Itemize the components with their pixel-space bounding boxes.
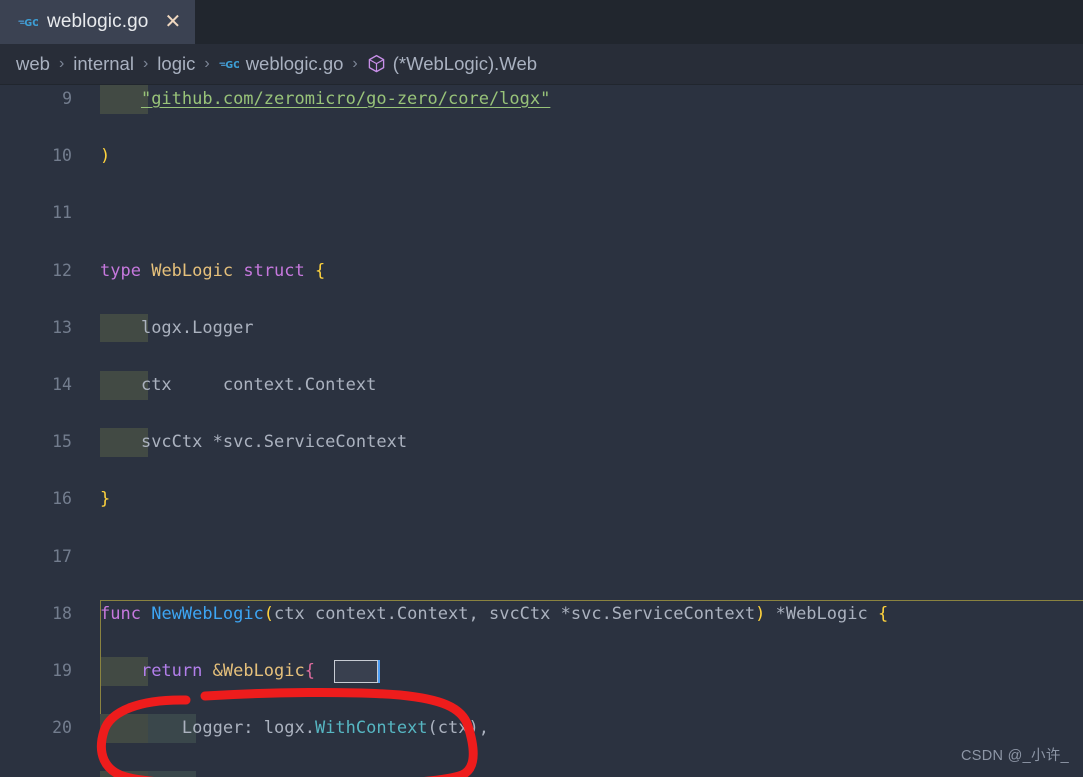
close-icon[interactable]: ✕ — [164, 12, 181, 32]
code-text: ctx: ctx, — [100, 771, 305, 777]
code-line[interactable]: 13 logx.Logger — [0, 313, 1083, 343]
line-number: 14 — [52, 374, 72, 394]
code-token: *WebLogic — [775, 603, 868, 624]
breadcrumb-item-internal[interactable]: internal — [73, 53, 134, 75]
code-token: return — [140, 660, 203, 681]
code-token: ctx context.Context — [140, 374, 377, 395]
code-text: Logger: logx.WithContext(ctx), — [100, 714, 489, 743]
code-token: WithContext — [314, 718, 428, 739]
code-line[interactable]: 19 return &WebLogic{ — [0, 656, 1083, 686]
breadcrumb-item-logic[interactable]: logic — [157, 53, 195, 75]
code-editor[interactable]: 9 "github.com/zeromicro/go-zero/core/log… — [0, 85, 1083, 777]
code-line[interactable]: 12 type WebLogic struct { — [0, 257, 1083, 286]
code-token: ( — [263, 603, 275, 624]
code-line[interactable]: 18 func NewWebLogic(ctx context.Context, … — [0, 600, 1083, 629]
line-number: 10 — [52, 146, 72, 166]
code-token: struct — [243, 260, 305, 281]
code-line[interactable]: 21 ctx: ctx, — [0, 771, 1083, 777]
line-number: 12 — [52, 260, 72, 280]
code-token: Logger: logx. — [181, 718, 315, 739]
code-token: &WebLogic — [212, 660, 305, 681]
line-number: 20 — [52, 718, 72, 738]
code-text: ctx context.Context — [100, 371, 376, 400]
code-text: } — [100, 485, 110, 514]
symbol-struct-icon — [367, 54, 386, 74]
line-number: 16 — [52, 489, 72, 509]
go-file-icon: GO — [18, 14, 38, 30]
go-file-icon: GO — [218, 57, 239, 71]
code-line[interactable]: 17 — [0, 543, 1083, 572]
line-number: 15 — [52, 432, 72, 452]
code-token: { — [315, 260, 326, 281]
line-number: 18 — [52, 603, 72, 623]
code-text: logx.Logger — [100, 314, 254, 343]
code-line[interactable]: 15 svcCtx *svc.ServiceContext — [0, 428, 1083, 457]
code-line[interactable]: 9 "github.com/zeromicro/go-zero/core/log… — [0, 85, 1083, 114]
code-text: "github.com/zeromicro/go-zero/core/logx" — [100, 85, 550, 114]
breadcrumb-item-weblogic-go[interactable]: weblogic.go — [246, 53, 344, 75]
breadcrumb-separator: › — [142, 55, 149, 72]
code-text: func NewWebLogic(ctx context.Context, sv… — [100, 600, 888, 629]
code-text: svcCtx *svc.ServiceContext — [100, 428, 407, 457]
code-token: ctx context.Context, svcCtx *svc.Service… — [274, 603, 756, 624]
code-line[interactable]: 14 ctx context.Context — [0, 370, 1083, 400]
code-lines: 9 "github.com/zeromicro/go-zero/core/log… — [0, 85, 1083, 777]
code-text: ) — [100, 142, 110, 171]
code-token: WebLogic — [151, 260, 234, 281]
line-number: 21 — [0, 771, 72, 777]
watermark: CSDN @_小许_ — [961, 748, 1069, 764]
code-token: { — [304, 660, 315, 681]
code-token: "github.com/zeromicro/go-zero/core/logx" — [140, 89, 551, 109]
text-caret — [377, 660, 380, 683]
line-number: 11 — [52, 203, 72, 223]
code-token: (ctx), — [427, 718, 489, 739]
code-line[interactable]: 20 Logger: logx.WithContext(ctx), — [0, 714, 1083, 743]
code-token: } — [100, 489, 111, 510]
code-token: ) — [755, 603, 766, 624]
code-line[interactable]: 11 — [0, 199, 1083, 228]
line-number: 19 — [52, 660, 72, 680]
breadcrumb-item-symbol[interactable]: (*WebLogic).Web — [393, 53, 537, 75]
line-number: 9 — [62, 89, 72, 108]
code-token: NewWebLogic — [151, 603, 264, 624]
code-token: { — [877, 603, 889, 624]
breadcrumb-separator: › — [58, 55, 65, 72]
identifier-selection-box — [334, 660, 378, 683]
code-token: logx.Logger — [140, 317, 254, 338]
editor-window: GO weblogic.go ✕ web › internal › logic … — [0, 0, 1083, 777]
code-text: return &WebLogic{ — [100, 657, 315, 686]
svg-text:GO: GO — [225, 60, 239, 71]
editor-tab-weblogic-go[interactable]: GO weblogic.go ✕ — [0, 0, 196, 44]
code-token: type — [100, 260, 141, 281]
svg-text:GO: GO — [24, 18, 38, 29]
line-number: 13 — [52, 317, 72, 337]
breadcrumb-separator: › — [352, 55, 358, 72]
code-token: svcCtx *svc.ServiceContext — [140, 432, 408, 453]
code-text: type WebLogic struct { — [100, 257, 325, 286]
line-number: 17 — [52, 546, 72, 566]
editor-tab-label: weblogic.go — [47, 11, 149, 32]
editor-tab-bar: GO weblogic.go ✕ — [0, 0, 1083, 44]
code-token: func — [100, 603, 141, 624]
breadcrumb-item-web[interactable]: web — [16, 53, 50, 75]
code-line[interactable]: 10) — [0, 142, 1083, 171]
breadcrumb: web › internal › logic › GO weblogic.go … — [0, 44, 1083, 85]
code-token: ) — [100, 146, 111, 167]
code-line[interactable]: 16} — [0, 485, 1083, 514]
breadcrumb-separator: › — [204, 55, 210, 72]
